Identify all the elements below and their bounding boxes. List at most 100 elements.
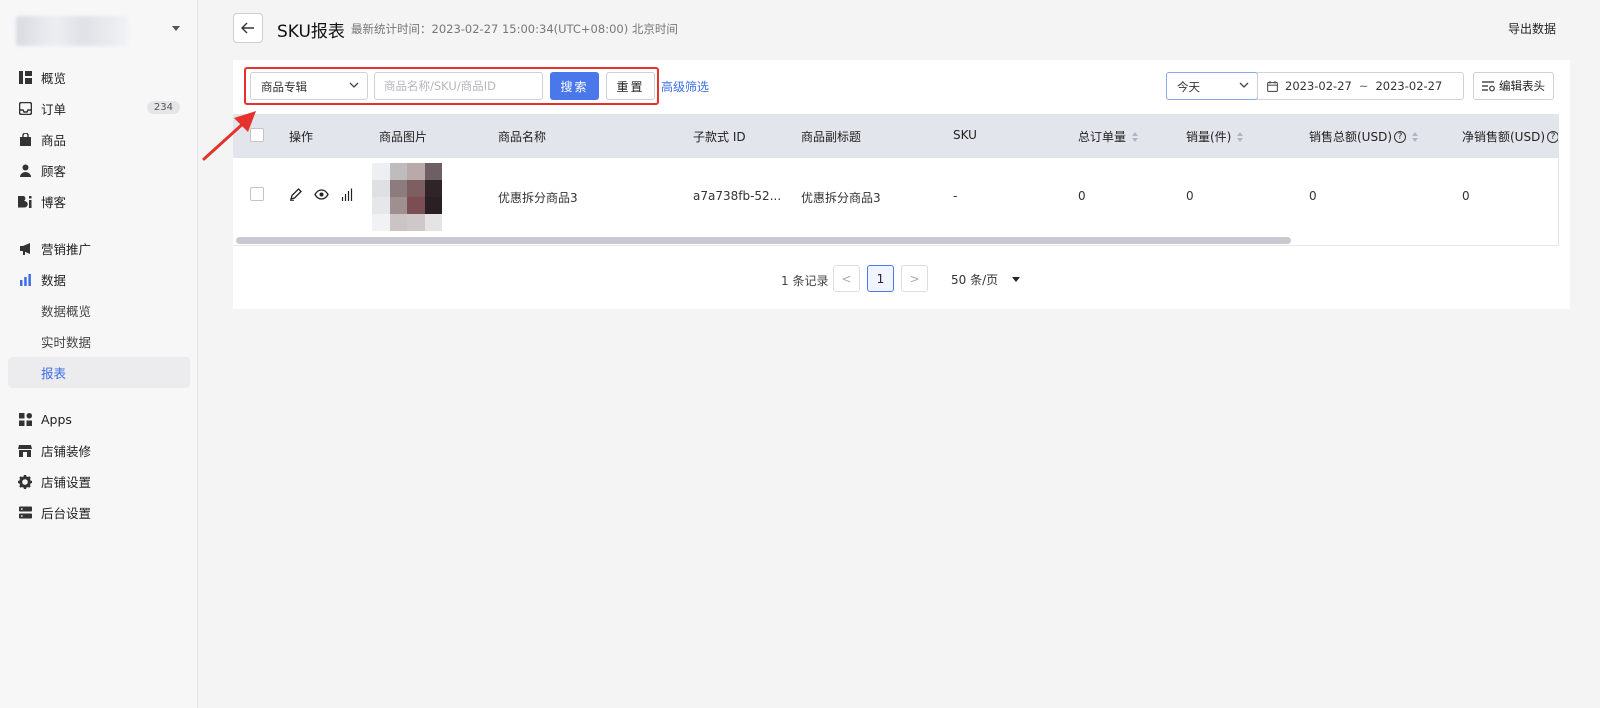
calendar-icon bbox=[1267, 80, 1278, 92]
sidebar-item-label: 订单 bbox=[41, 102, 67, 117]
arrow-left-icon bbox=[241, 22, 254, 34]
apps-icon bbox=[18, 413, 32, 427]
orders-count-badge: 234 bbox=[146, 101, 180, 114]
net-sales-cell: 0 bbox=[1462, 189, 1470, 203]
date-separator: ~ bbox=[1358, 79, 1369, 93]
sku-report-table: 操作 商品图片 商品名称 子款式 ID 商品副标题 SKU 总订单量 销量(件)… bbox=[233, 114, 1559, 246]
horizontal-scrollbar[interactable] bbox=[236, 237, 1291, 244]
chevron-down-icon bbox=[349, 82, 359, 88]
edit-columns-button[interactable]: 编辑表头 bbox=[1473, 72, 1554, 100]
page-size-select[interactable]: 50 条/页 bbox=[951, 271, 1021, 288]
column-header-sortable[interactable]: 销量(件) bbox=[1186, 128, 1244, 145]
bag-icon bbox=[18, 133, 32, 147]
person-icon bbox=[18, 164, 32, 178]
chevron-down-icon bbox=[172, 26, 180, 31]
filter-type-value: 商品专辑 bbox=[261, 80, 307, 94]
date-start: 2023-02-27 bbox=[1285, 79, 1352, 93]
prev-page-button[interactable]: < bbox=[833, 265, 860, 292]
sidebar-item-label: Apps bbox=[41, 412, 72, 427]
sidebar-item-label: 博客 bbox=[41, 195, 67, 210]
date-range-picker[interactable]: 2023-02-27 ~ 2023-02-27 bbox=[1257, 72, 1464, 100]
column-header: 子款式 ID bbox=[693, 130, 746, 144]
sidebar-item-admin-settings[interactable]: 后台设置 bbox=[8, 497, 190, 528]
column-header-sortable[interactable]: 总订单量 bbox=[1078, 128, 1139, 145]
period-value: 今天 bbox=[1177, 80, 1200, 94]
edit-pencil-icon[interactable] bbox=[289, 188, 302, 201]
date-end: 2023-02-27 bbox=[1375, 79, 1443, 93]
sidebar-item-customers[interactable]: 顾客 bbox=[8, 155, 190, 186]
sort-icon bbox=[1132, 131, 1139, 142]
period-select[interactable]: 今天 bbox=[1166, 72, 1258, 100]
row-checkbox[interactable] bbox=[250, 187, 264, 201]
next-page-button[interactable]: > bbox=[901, 265, 928, 292]
subtitle-cell: 优惠拆分商品3 bbox=[801, 191, 881, 205]
sidebar-item-label: 店铺设置 bbox=[41, 475, 92, 490]
search-input[interactable] bbox=[374, 72, 543, 100]
column-header: SKU bbox=[953, 128, 977, 142]
nav-separator bbox=[8, 388, 190, 404]
sidebar-item-label: 概览 bbox=[41, 71, 67, 86]
reset-button[interactable]: 重置 bbox=[606, 72, 655, 100]
annotation-arrow-icon bbox=[202, 111, 256, 161]
back-button[interactable] bbox=[233, 13, 263, 43]
sidebar-item-label: 顾客 bbox=[41, 164, 67, 179]
sidebar-item-overview[interactable]: 概览 bbox=[8, 62, 190, 93]
megaphone-icon bbox=[18, 242, 32, 256]
sku-cell: - bbox=[953, 189, 958, 203]
inbox-icon bbox=[18, 102, 32, 116]
column-header-label: 销售总额(USD) bbox=[1309, 130, 1393, 144]
sidebar-item-label: 数据概览 bbox=[41, 304, 92, 319]
sidebar-item-realtime-data[interactable]: 实时数据 bbox=[8, 326, 190, 357]
help-icon[interactable]: ? bbox=[1394, 130, 1407, 143]
columns-settings-icon bbox=[1482, 80, 1495, 91]
product-name-cell[interactable]: 优惠拆分商品3 bbox=[498, 189, 578, 206]
sidebar-item-data-overview[interactable]: 数据概览 bbox=[8, 295, 190, 326]
eye-icon[interactable] bbox=[314, 189, 329, 200]
page-title: SKU报表 bbox=[277, 22, 345, 42]
sidebar-item-store-design[interactable]: 店铺装修 bbox=[8, 435, 190, 466]
variant-id-cell: a7a738fb-52... bbox=[693, 189, 782, 203]
advanced-filter-link[interactable]: 高级筛选 bbox=[661, 78, 709, 95]
column-header: 商品副标题 bbox=[801, 130, 862, 144]
column-header-label: 销量(件) bbox=[1186, 130, 1232, 144]
column-header-label: 净销售额(USD) bbox=[1462, 130, 1546, 144]
total-records: 1 条记录 bbox=[781, 274, 829, 288]
sidebar-item-store-settings[interactable]: 店铺设置 bbox=[8, 466, 190, 497]
sidebar-item-apps[interactable]: Apps bbox=[8, 404, 190, 435]
store-switcher[interactable] bbox=[16, 14, 186, 50]
row-actions bbox=[289, 188, 354, 201]
page-button-current[interactable]: 1 bbox=[867, 265, 894, 292]
export-data-button[interactable]: 导出数据 bbox=[1508, 20, 1556, 37]
store-name-blurred bbox=[16, 16, 128, 46]
sidebar-item-orders[interactable]: 订单 234 bbox=[8, 93, 190, 124]
table-row: 优惠拆分商品3 a7a738fb-52... 优惠拆分商品3 - 0 0 0 0 bbox=[233, 158, 1558, 234]
table-header: 操作 商品图片 商品名称 子款式 ID 商品副标题 SKU 总订单量 销量(件)… bbox=[233, 114, 1558, 158]
column-header: 商品图片 bbox=[379, 130, 428, 144]
edit-columns-label: 编辑表头 bbox=[1499, 79, 1545, 93]
sidebar-item-label: 报表 bbox=[41, 366, 67, 381]
sidebar-item-reports[interactable]: 报表 bbox=[8, 357, 190, 388]
sort-icon bbox=[1237, 131, 1244, 142]
filter-type-select[interactable]: 商品专辑 bbox=[250, 72, 368, 100]
sidebar-item-products[interactable]: 商品 bbox=[8, 124, 190, 155]
sidebar-item-blog[interactable]: 博客 bbox=[8, 186, 190, 217]
blog-icon bbox=[18, 195, 32, 209]
sidebar-item-marketing[interactable]: 营销推广 bbox=[8, 233, 190, 264]
total-orders-cell: 0 bbox=[1078, 189, 1086, 203]
page-size-value: 50 条/页 bbox=[951, 273, 999, 287]
column-header: 商品名称 bbox=[498, 130, 547, 144]
help-icon[interactable]: ? bbox=[1547, 130, 1558, 143]
server-icon bbox=[18, 506, 32, 520]
pagination: 1 条记录 < 1 > 50 条/页 bbox=[0, 265, 1600, 293]
sidebar-nav: 概览 订单 234 商品 顾客 博客 营销推广 数据 数据概览 实时数据 报表 … bbox=[8, 62, 190, 528]
search-button[interactable]: 搜索 bbox=[550, 72, 599, 100]
column-header-sortable[interactable]: 销售总额(USD) ? bbox=[1309, 128, 1419, 145]
gear-icon bbox=[18, 474, 32, 489]
column-header-label: 总订单量 bbox=[1078, 130, 1127, 144]
sidebar-item-label: 营销推广 bbox=[41, 242, 92, 257]
sidebar: 概览 订单 234 商品 顾客 博客 营销推广 数据 数据概览 实时数据 报表 … bbox=[0, 0, 198, 708]
bar-chart-icon[interactable] bbox=[341, 188, 354, 201]
column-header-sortable[interactable]: 净销售额(USD) ? bbox=[1462, 128, 1558, 145]
store-icon bbox=[18, 444, 32, 458]
caret-down-icon bbox=[1012, 277, 1021, 282]
